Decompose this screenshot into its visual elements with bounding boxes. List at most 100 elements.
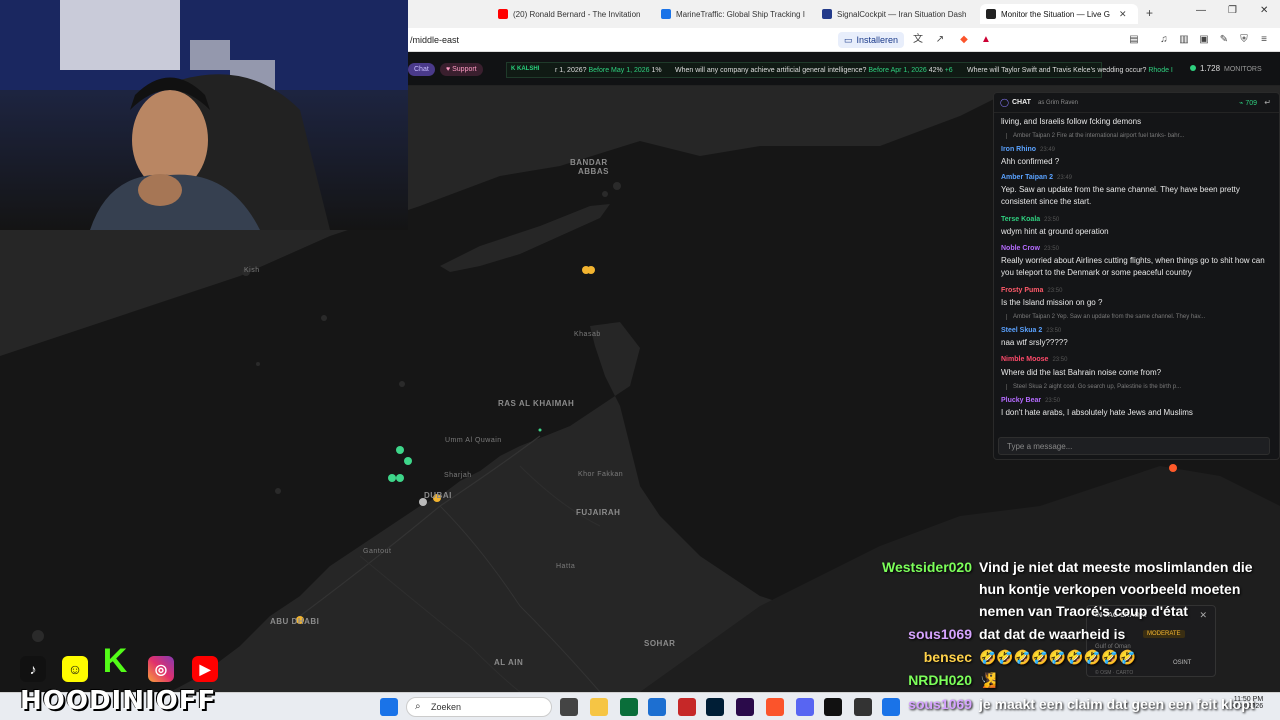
browser-tab[interactable]: SignalCockpit — Iran Situation Dash (816, 4, 974, 24)
app-icon[interactable] (620, 698, 638, 716)
ticker-bar: Chat ♥ Support K KALSHI r 1, 2026? Befor… (408, 52, 1280, 86)
chat-panel: ◯ CHAT as Grim Raven ⌁ 709 ↵ living, and… (993, 92, 1280, 460)
chat-time: 23:50 (1047, 288, 1063, 294)
chat-time: 23:50 (1052, 357, 1068, 363)
kalshi-label: KALSHI (517, 66, 540, 72)
close-tab-icon[interactable]: ✕ (1119, 9, 1127, 20)
chat-count-value: 709 (1245, 100, 1257, 107)
ship-marker (396, 474, 404, 482)
market-item[interactable]: r 1, 2026? Before May 1, 2026 1% (555, 67, 662, 74)
streamer-video (0, 0, 408, 230)
overlay-chat-line: 🧏 (979, 672, 997, 688)
market-date: Rhode I (1148, 67, 1173, 74)
overlay-chat-line: 🤣🤣🤣🤣🤣🤣🤣🤣🤣 (979, 649, 1136, 665)
vpn-icon[interactable]: ⛨ (1238, 34, 1250, 46)
chat-message-user[interactable]: Frosty Puma 23:50 (1001, 287, 1062, 294)
market-pct: 42% (928, 67, 943, 74)
minimize-icon[interactable]: — (1196, 5, 1206, 16)
fire-marker (1169, 464, 1177, 472)
file-explorer-icon[interactable] (590, 698, 608, 716)
market-question: Where will Taylor Swift and Travis Kelce… (967, 67, 1147, 74)
market-date: Before Apr 1, 2026 (868, 67, 927, 74)
chat-message-text: Is the Island mission on go ? (1001, 298, 1103, 307)
brave-icon[interactable] (766, 698, 784, 716)
close-window-icon[interactable]: ✕ (1260, 5, 1268, 16)
map-label-sohar: SOHAR (644, 639, 676, 648)
acrobat-icon[interactable] (678, 698, 696, 716)
chat-username: as Grim Raven (1038, 100, 1079, 106)
market-item[interactable]: Where will Taylor Swift and Travis Kelce… (967, 67, 1173, 74)
sidebar-icon[interactable]: ▥ (1178, 34, 1190, 46)
url-field[interactable]: /middle-east (410, 35, 459, 45)
popup-close-icon[interactable]: ✕ (1199, 610, 1207, 621)
chat-input[interactable]: Type a message... (998, 437, 1270, 455)
chat-user-name: Frosty Puma (1001, 287, 1044, 294)
github-icon[interactable] (854, 698, 872, 716)
chat-collapse-icon[interactable]: ↵ (1264, 98, 1271, 107)
new-tab-icon[interactable]: + (1146, 6, 1153, 20)
screen: BANDAR ABBAS Kish Khasab RAS AL KHAIMAH … (0, 0, 1280, 720)
media-icon[interactable]: ♫ (1158, 34, 1170, 46)
chat-message-text: Ahh confirmed ? (1001, 157, 1060, 166)
browser-tab[interactable]: MarineTraffic: Global Ship Tracking I (655, 4, 811, 24)
menu-icon[interactable]: ≡ (1258, 34, 1270, 46)
overlay-chat-line: je maakt een claim dat geen een feit klo… (979, 696, 1255, 712)
share-icon[interactable]: ↗ (934, 34, 946, 46)
map-label-hatta: Hatta (556, 563, 576, 570)
extensions-icon[interactable]: ✎ (1218, 34, 1230, 46)
map-label-sharjah: Sharjah (444, 472, 472, 479)
event-marker (587, 266, 595, 274)
premiere-icon[interactable] (736, 698, 754, 716)
ship-marker (396, 446, 404, 454)
wallet-icon[interactable]: ▣ (1198, 34, 1210, 46)
map-attribution: © OSM · CARTO (1095, 670, 1134, 676)
chat-message-user[interactable]: Terse Koala 23:50 (1001, 216, 1059, 223)
outlook-icon[interactable] (648, 698, 666, 716)
maximize-icon[interactable]: ❐ (1228, 5, 1237, 16)
chat-reply-quote: Amber Taipan 2 Fire at the international… (1006, 133, 1184, 139)
market-delta: +6 (944, 67, 953, 74)
market-item[interactable]: When will any company achieve artificial… (675, 67, 953, 74)
install-button[interactable]: ▭ Installeren (838, 32, 905, 48)
photoshop-icon[interactable] (706, 698, 724, 716)
chat-message-user[interactable]: Plucky Bear 23:50 (1001, 397, 1060, 404)
browser-tab-active[interactable]: Monitor the Situation — Live G ✕ (980, 4, 1138, 24)
chat-time: 23:50 (1045, 398, 1061, 404)
chat-message-text: naa wtf srsly????? (1001, 338, 1068, 347)
chat-message-user[interactable]: Nimble Moose 23:50 (1001, 356, 1067, 363)
chat-message-user[interactable]: Noble Crow 23:50 (1001, 245, 1059, 252)
kalshi-ticker[interactable]: K KALSHI r 1, 2026? Before May 1, 2026 1… (506, 62, 1173, 78)
tab-title: SignalCockpit — Iran Situation Dash (837, 9, 967, 19)
taskbar-search[interactable]: ⌕ Zoeken (406, 697, 552, 717)
overlay-chat-line: dat dat de waarheid is (979, 626, 1126, 642)
chat-message-user[interactable]: Amber Taipan 2 23:49 (1001, 174, 1072, 181)
chat-message-user[interactable]: Steel Skua 2 23:50 (1001, 327, 1061, 334)
translate-icon[interactable]: 文 (912, 34, 924, 46)
chat-message-user[interactable]: Iron Rhino 23:49 (1001, 146, 1055, 153)
snapchat-icon: ☺ (62, 656, 88, 682)
chat-time: 23:50 (1043, 246, 1059, 252)
task-view-icon[interactable] (560, 698, 578, 716)
browser-tab[interactable]: (20) Ronald Bernard - The Invitation (492, 4, 652, 24)
map-label-bandar-abbas-2: ABBAS (578, 167, 609, 176)
map-label-al-ain: AL AIN (494, 658, 524, 667)
chat-time: 23:49 (1057, 175, 1073, 181)
ship-marker (404, 457, 412, 465)
monitor-icon (986, 9, 996, 19)
windows-start-icon[interactable] (380, 698, 398, 716)
chat-title: CHAT (1012, 99, 1031, 106)
chat-user-name: Plucky Bear (1001, 397, 1042, 404)
live-dot-icon (1190, 65, 1196, 71)
support-button[interactable]: ♥ Support (440, 63, 483, 76)
brave-shield-icon[interactable]: ◆ (958, 34, 970, 46)
market-pct: 1% (651, 67, 662, 74)
reading-mode-icon[interactable]: ▤ (1128, 34, 1140, 46)
chat-user-count: ⌁ 709 (1239, 100, 1257, 107)
obs-icon[interactable] (824, 698, 842, 716)
install-label: Installeren (856, 35, 899, 45)
overlay-chat-user: sous1069 (908, 626, 972, 642)
chat-button[interactable]: Chat (408, 63, 435, 76)
discord-icon[interactable] (796, 698, 814, 716)
brave-rewards-icon[interactable]: ▲ (980, 34, 992, 46)
signalcockpit-icon (822, 9, 832, 19)
